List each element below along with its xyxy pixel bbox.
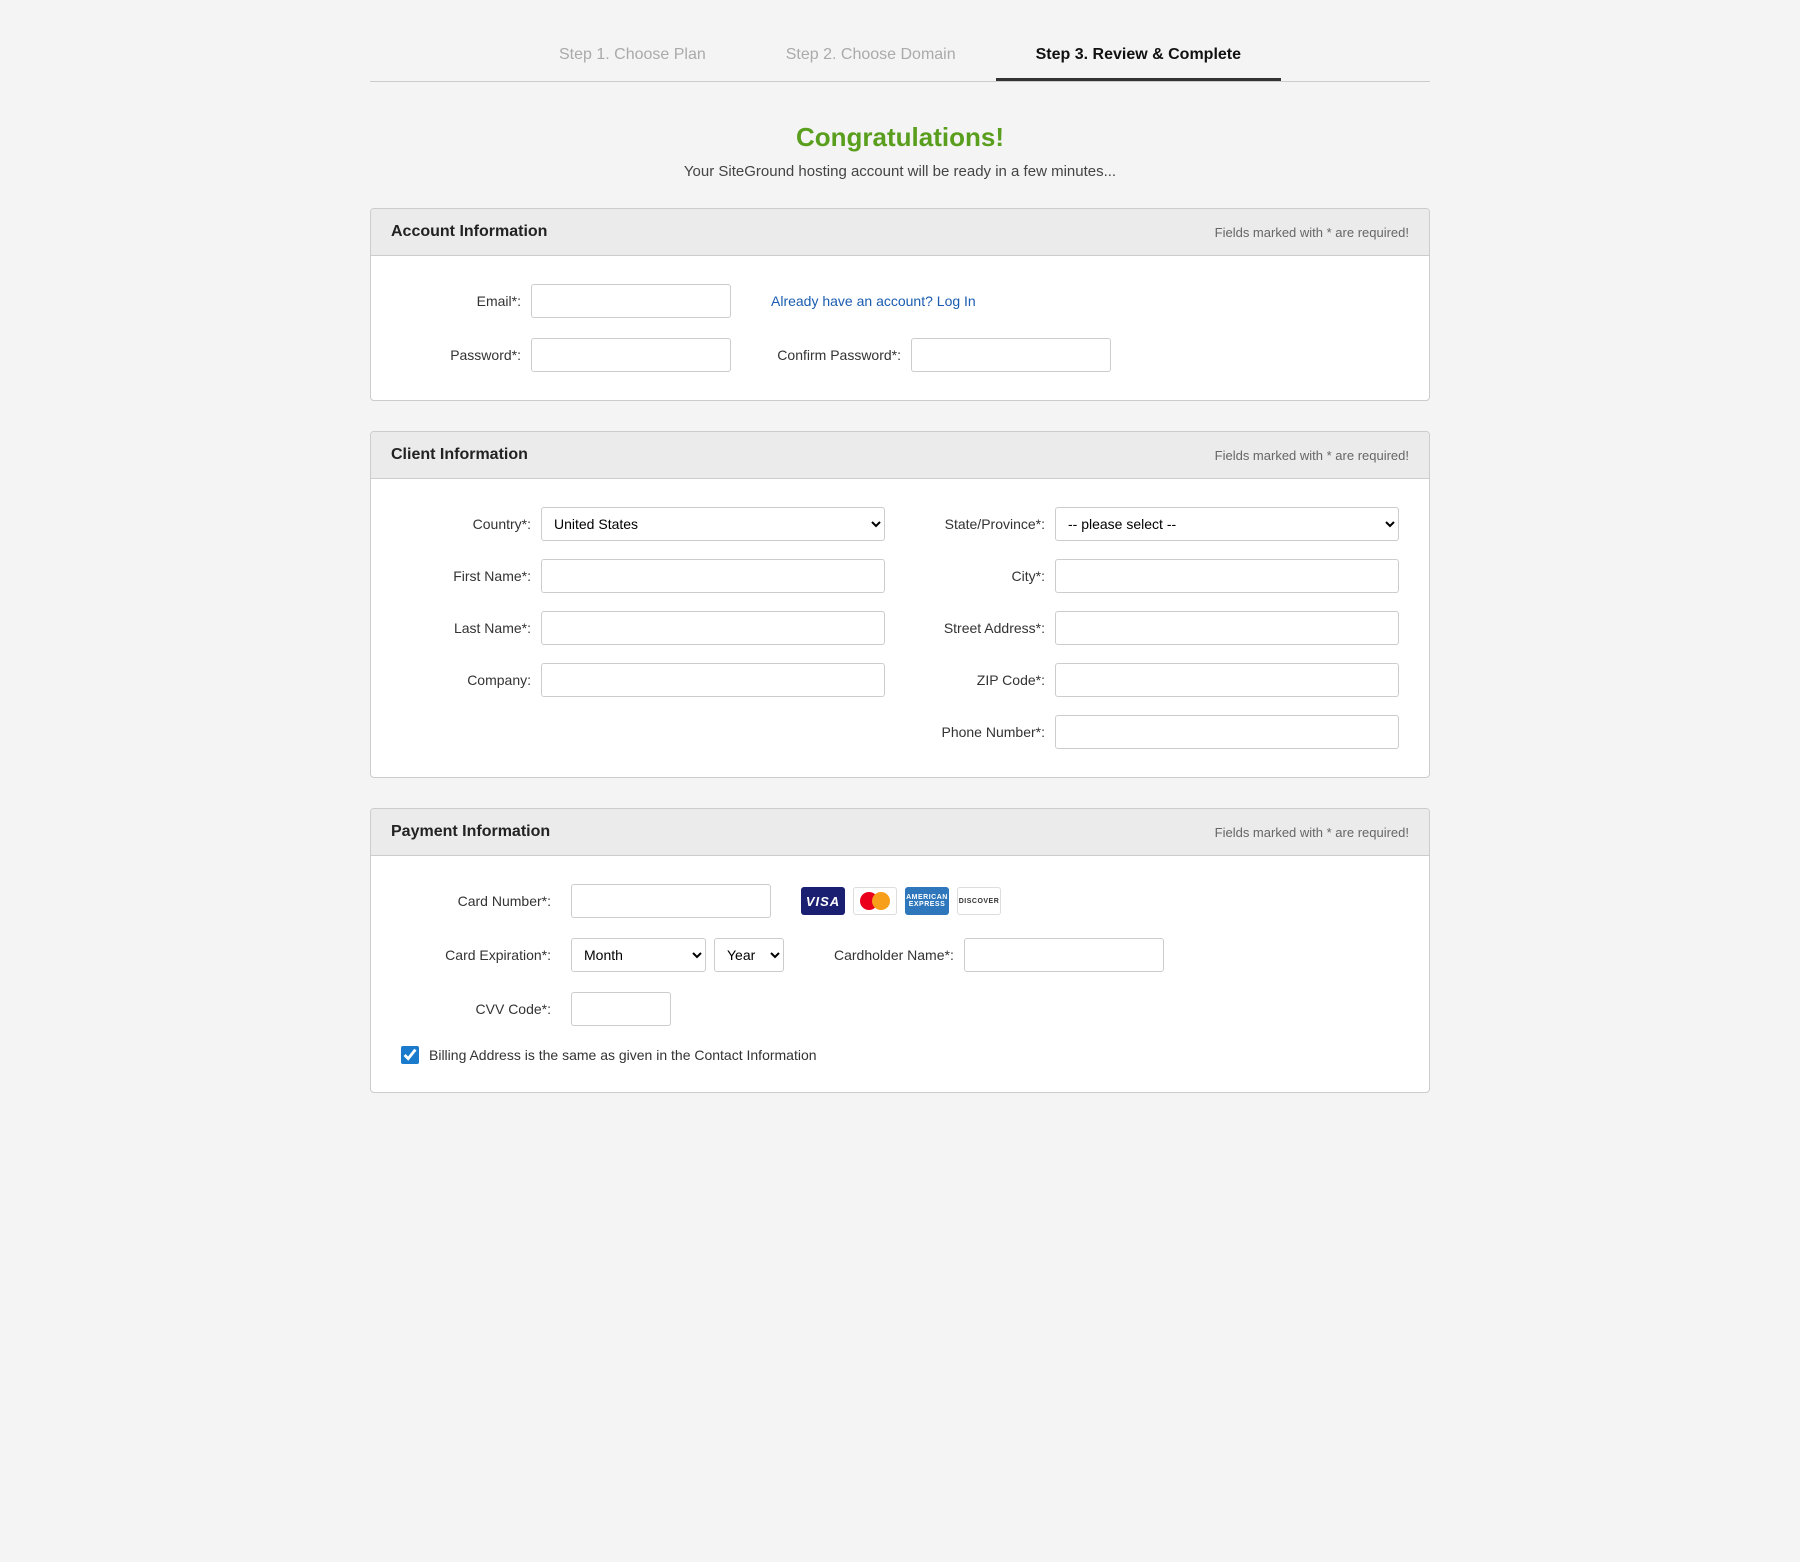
client-required-note: Fields marked with * are required! (1215, 448, 1409, 463)
password-left: Password*: (401, 338, 731, 372)
expiry-selects: Month 01 - January 02 - February 03 - Ma… (571, 938, 784, 972)
street-input[interactable] (1055, 611, 1399, 645)
account-panel-header: Account Information Fields marked with *… (371, 209, 1429, 256)
cvv-row: CVV Code*: (401, 992, 1399, 1026)
password-row: Password*: Confirm Password*: (401, 338, 1399, 372)
email-row: Email*: Already have an account? Log In (401, 284, 1399, 318)
password-input[interactable] (531, 338, 731, 372)
congrats-subtitle: Your SiteGround hosting account will be … (370, 163, 1430, 180)
account-panel-title: Account Information (391, 223, 547, 241)
city-label: City*: (915, 568, 1045, 584)
billing-row: Billing Address is the same as given in … (401, 1046, 1399, 1064)
congrats-section: Congratulations! Your SiteGround hosting… (370, 122, 1430, 180)
congrats-title: Congratulations! (370, 122, 1430, 153)
country-select[interactable]: United States Canada United Kingdom Aust… (541, 507, 885, 541)
client-panel-header: Client Information Fields marked with * … (371, 432, 1429, 479)
step-1[interactable]: Step 1. Choose Plan (519, 30, 746, 81)
account-required-note: Fields marked with * are required! (1215, 225, 1409, 240)
city-input[interactable] (1055, 559, 1399, 593)
confirm-password-input[interactable] (911, 338, 1111, 372)
step-2[interactable]: Step 2. Choose Domain (746, 30, 996, 81)
year-select[interactable]: Year 2024 2025 2026 2027 2028 2029 2030 (714, 938, 784, 972)
first-name-group: First Name*: (401, 559, 885, 593)
confirm-password-right: Confirm Password*: (761, 338, 1111, 372)
zip-label: ZIP Code*: (915, 672, 1045, 688)
visa-icon: VISA (801, 887, 845, 915)
expiration-row: Card Expiration*: Month 01 - January 02 … (401, 938, 1399, 972)
company-group: Company: (401, 663, 885, 697)
payment-required-note: Fields marked with * are required! (1215, 825, 1409, 840)
first-name-label: First Name*: (401, 568, 531, 584)
card-icons: VISA AMERICANEXPRESS DISCOVER (801, 887, 1001, 915)
last-name-label: Last Name*: (401, 620, 531, 636)
email-label: Email*: (401, 293, 521, 309)
discover-icon: DISCOVER (957, 887, 1001, 915)
client-panel-title: Client Information (391, 446, 528, 464)
password-label: Password*: (401, 347, 521, 363)
cvv-label: CVV Code*: (401, 1001, 551, 1017)
mc-circle-orange (872, 892, 890, 910)
billing-label: Billing Address is the same as given in … (429, 1047, 817, 1063)
zip-input[interactable] (1055, 663, 1399, 697)
phone-input[interactable] (1055, 715, 1399, 749)
amex-icon: AMERICANEXPRESS (905, 887, 949, 915)
card-number-label: Card Number*: (401, 893, 551, 909)
month-select[interactable]: Month 01 - January 02 - February 03 - Ma… (571, 938, 706, 972)
country-label: Country*: (401, 516, 531, 532)
company-input[interactable] (541, 663, 885, 697)
payment-panel-title: Payment Information (391, 823, 550, 841)
last-name-input[interactable] (541, 611, 885, 645)
email-left: Email*: (401, 284, 731, 318)
payment-panel: Payment Information Fields marked with *… (370, 808, 1430, 1093)
cardholder-input[interactable] (964, 938, 1164, 972)
card-number-row: Card Number*: VISA AMERICANEXPRESS (401, 884, 1399, 918)
client-panel-body: Country*: United States Canada United Ki… (371, 479, 1429, 777)
phone-group: Phone Number*: (915, 715, 1399, 749)
first-name-input[interactable] (541, 559, 885, 593)
street-group: Street Address*: (915, 611, 1399, 645)
account-panel: Account Information Fields marked with *… (370, 208, 1430, 401)
already-have-account-link[interactable]: Already have an account? Log In (771, 293, 976, 309)
confirm-password-label: Confirm Password*: (761, 347, 901, 363)
cardholder-section: Cardholder Name*: (834, 938, 1164, 972)
payment-panel-header: Payment Information Fields marked with *… (371, 809, 1429, 856)
city-group: City*: (915, 559, 1399, 593)
card-number-input[interactable] (571, 884, 771, 918)
zip-group: ZIP Code*: (915, 663, 1399, 697)
mastercard-icon (853, 887, 897, 915)
state-group: State/Province*: -- please select -- Ala… (915, 507, 1399, 541)
last-name-group: Last Name*: (401, 611, 885, 645)
phone-label: Phone Number*: (915, 724, 1045, 740)
cardholder-label: Cardholder Name*: (834, 947, 954, 963)
page-container: Step 1. Choose Plan Step 2. Choose Domai… (350, 0, 1450, 1183)
email-input[interactable] (531, 284, 731, 318)
empty-cell (401, 715, 885, 749)
account-panel-body: Email*: Already have an account? Log In … (371, 256, 1429, 400)
company-label: Company: (401, 672, 531, 688)
cvv-input[interactable] (571, 992, 671, 1026)
client-grid: Country*: United States Canada United Ki… (401, 507, 1399, 749)
payment-panel-body: Card Number*: VISA AMERICANEXPRESS (371, 856, 1429, 1092)
country-group: Country*: United States Canada United Ki… (401, 507, 885, 541)
state-label: State/Province*: (915, 516, 1045, 532)
client-panel: Client Information Fields marked with * … (370, 431, 1430, 778)
street-label: Street Address*: (915, 620, 1045, 636)
card-expiration-label: Card Expiration*: (401, 947, 551, 963)
state-select[interactable]: -- please select -- Alabama Alaska Arizo… (1055, 507, 1399, 541)
step-3[interactable]: Step 3. Review & Complete (996, 30, 1281, 81)
billing-checkbox[interactable] (401, 1046, 419, 1064)
steps-nav: Step 1. Choose Plan Step 2. Choose Domai… (370, 30, 1430, 82)
